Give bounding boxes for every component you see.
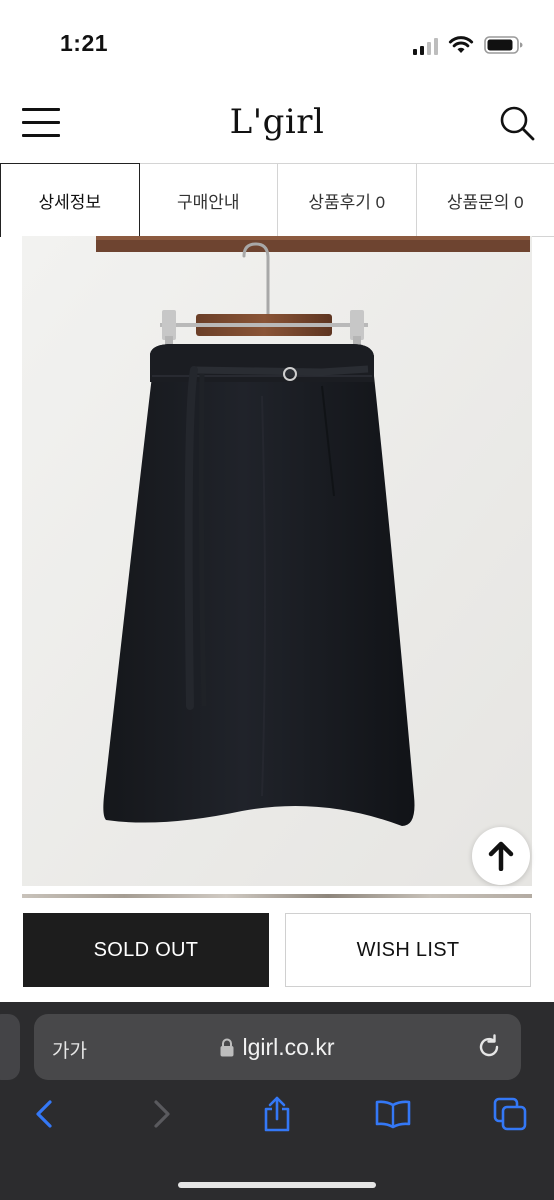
tabs-icon (493, 1097, 527, 1131)
reload-icon[interactable] (475, 1033, 503, 1061)
scroll-top-button[interactable] (472, 827, 530, 885)
bookmarks-icon (375, 1100, 411, 1129)
url-text: lgirl.co.kr (242, 1034, 335, 1060)
url-display: lgirl.co.kr (34, 1034, 521, 1061)
product-image (22, 236, 532, 886)
previous-tab-preview[interactable] (0, 1014, 20, 1080)
site-logo[interactable]: L'girl (0, 102, 554, 142)
tabs-button[interactable] (488, 1092, 532, 1136)
wifi-icon (448, 36, 474, 53)
battery-icon (484, 36, 523, 54)
tab-reviews[interactable]: 상품후기 0 (277, 163, 416, 237)
search-icon[interactable] (498, 104, 536, 142)
share-button[interactable] (255, 1092, 299, 1136)
site-header: L'girl (0, 88, 554, 164)
image-thumbnail-strip[interactable] (22, 894, 532, 898)
sold-out-button[interactable]: SOLD OUT (23, 913, 269, 987)
tab-purchase-guide[interactable]: 구매안내 (139, 163, 277, 237)
back-button[interactable] (22, 1092, 66, 1136)
address-bar[interactable]: 가가 lgirl.co.kr (34, 1014, 521, 1080)
arrow-up-icon (488, 841, 514, 871)
forward-button[interactable] (140, 1092, 184, 1136)
lock-icon (220, 1038, 234, 1057)
back-icon (36, 1100, 52, 1128)
detail-tabs: 상세정보 구매안내 상품후기 0 상품문의 0 (0, 163, 554, 237)
tab-inquiries[interactable]: 상품문의 0 (415, 163, 554, 237)
forward-icon (154, 1100, 170, 1128)
browser-chrome: 가가 lgirl.co.kr (0, 1002, 554, 1200)
tab-detail-info[interactable]: 상세정보 (0, 163, 140, 237)
wish-list-button[interactable]: WISH LIST (285, 913, 531, 987)
status-bar: 1:21 (0, 0, 554, 88)
bookmarks-button[interactable] (371, 1092, 415, 1136)
skirt-photo (22, 236, 532, 886)
home-indicator (178, 1182, 376, 1188)
share-icon (264, 1096, 290, 1132)
signal-icon (413, 38, 438, 55)
browser-toolbar (0, 1092, 554, 1152)
status-icons (413, 33, 524, 55)
status-time: 1:21 (60, 30, 109, 56)
